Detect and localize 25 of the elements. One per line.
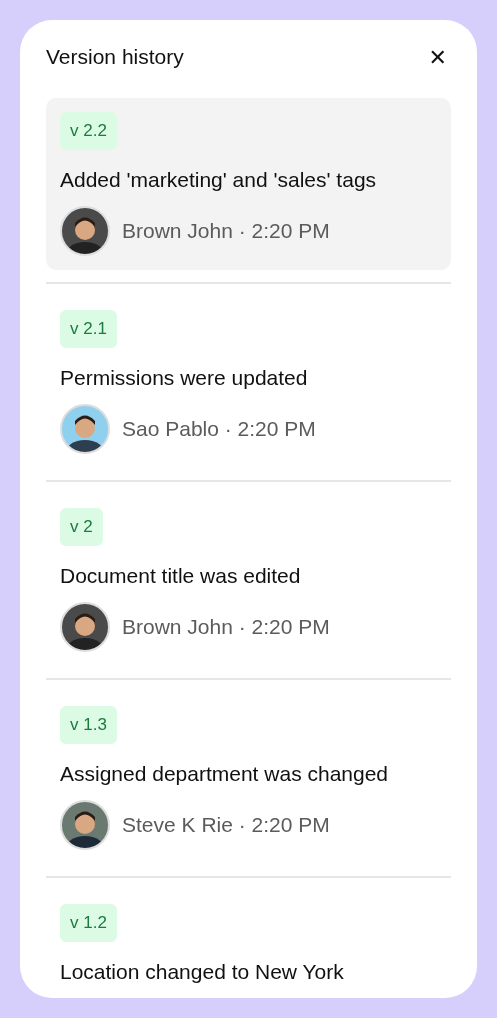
avatar xyxy=(60,404,110,454)
close-button[interactable]: ✕ xyxy=(424,44,451,70)
author-time: Brown John · 2:20 PM xyxy=(122,615,330,639)
avatar xyxy=(60,602,110,652)
version-title: Permissions were updated xyxy=(60,366,308,390)
version-badge: v 2 xyxy=(60,508,103,546)
version-title: Document title was edited xyxy=(60,564,301,588)
version-badge: v 1.2 xyxy=(60,904,117,942)
author-time: Sao Pablo · 2:20 PM xyxy=(122,417,316,441)
version-title: Added 'marketing' and 'sales' tags xyxy=(60,168,377,192)
avatar xyxy=(60,800,110,850)
version-title: Assigned department was changed xyxy=(60,762,389,786)
version-item[interactable]: v 2.1 Permissions were updated Sao Pablo · 2:20 PM xyxy=(46,296,451,468)
version-item[interactable]: v 2 Document title was edited Brown John · 2:20 PM xyxy=(46,494,451,666)
author-time: Steve K Rie · 2:20 PM xyxy=(122,813,330,837)
version-item[interactable]: v 1.3 Assigned department was changed Steve K Rie · 2:20 PM xyxy=(46,692,451,864)
version-badge: v 2.1 xyxy=(60,310,117,348)
panel-title: Version history xyxy=(46,45,184,69)
version-badge: v 1.3 xyxy=(60,706,117,744)
author-time: Brown John · 2:20 PM xyxy=(122,219,330,243)
version-item[interactable]: v 1.2 Location changed to New York xyxy=(46,890,451,998)
version-title: Location changed to New York xyxy=(60,960,344,984)
avatar xyxy=(60,206,110,256)
version-badge: v 2.2 xyxy=(60,112,117,150)
version-item[interactable]: v 2.2 Added 'marketing' and 'sales' tags Brown John · 2:20 PM xyxy=(46,98,451,270)
